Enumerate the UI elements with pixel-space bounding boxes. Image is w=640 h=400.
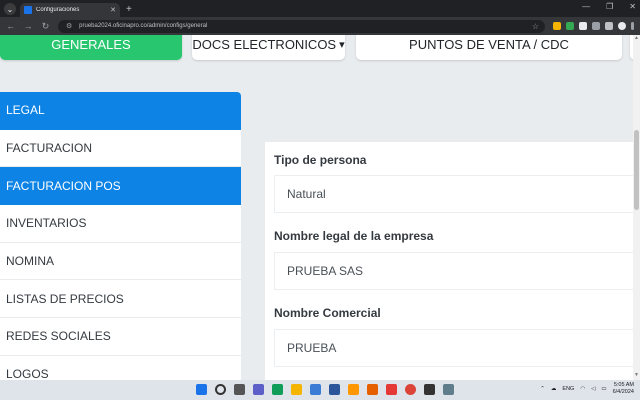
- scroll-thumb[interactable]: [634, 130, 639, 210]
- menu-dots-icon[interactable]: [631, 22, 635, 30]
- sidebar-item-label: FACTURACION POS: [6, 178, 121, 193]
- files-icon[interactable]: [386, 384, 397, 395]
- maximize-icon[interactable]: ❐: [606, 2, 613, 11]
- favicon-icon: [24, 6, 32, 14]
- cloud-icon[interactable]: ☁: [551, 386, 557, 392]
- tab-title: Configuraciones: [36, 7, 80, 13]
- chrome-icon[interactable]: [405, 384, 416, 395]
- clock-time: 5:05 AM: [613, 382, 634, 388]
- windows-start-icon[interactable]: [196, 384, 207, 395]
- generales-label: GENERALES: [51, 37, 131, 52]
- bookmark-star-icon[interactable]: ☆: [532, 22, 539, 31]
- address-bar: ← → ↻ ⚙ prueba2024.oficinapro.co/admin/c…: [0, 17, 640, 35]
- extensions-puzzle-icon[interactable]: [592, 22, 601, 30]
- browser-tab-bar: ⌄ Configuraciones ✕ + — ❐ ✕: [0, 0, 640, 17]
- system-tray: ⌃ ☁ ENG ◠ ◁ ▭ 5:05 AM 6/4/2024: [540, 382, 634, 396]
- profile-avatar[interactable]: [618, 22, 627, 30]
- tray-lang[interactable]: ENG: [562, 386, 574, 392]
- puntos-venta-button[interactable]: PUNTOS DE VENTA / CDC: [356, 35, 622, 60]
- sidebar-item-legal[interactable]: LEGAL: [0, 92, 241, 130]
- scroll-up-icon[interactable]: ▲: [633, 35, 640, 43]
- scroll-down-icon[interactable]: ▼: [633, 372, 640, 380]
- settings-icon[interactable]: [329, 384, 340, 395]
- page-content: GENERALES DOCS ELECTRONICOS ▾ PUNTOS DE …: [0, 35, 640, 380]
- omnibox[interactable]: ⚙ prueba2024.oficinapro.co/admin/configs…: [58, 19, 546, 33]
- forward-icon[interactable]: →: [23, 21, 33, 31]
- nombre-legal-input[interactable]: PRUEBA SAS: [274, 252, 635, 290]
- store-icon[interactable]: [310, 384, 321, 395]
- sidebar-item-label: INVENTARIOS: [6, 216, 87, 231]
- extension-icon[interactable]: [553, 22, 562, 30]
- sidebar-item-logos[interactable]: LOGOS: [0, 356, 241, 380]
- edge-icon[interactable]: [272, 384, 283, 395]
- sidebar-item-inventarios[interactable]: INVENTARIOS: [0, 205, 241, 243]
- sidebar-item-listas-precios[interactable]: LISTAS DE PRECIOS: [0, 280, 241, 319]
- sidebar-item-nomina[interactable]: NOMINA: [0, 243, 241, 281]
- wifi-icon[interactable]: ◠: [580, 386, 585, 392]
- tipo-persona-select[interactable]: Natural: [274, 175, 635, 213]
- tray-chevron-icon[interactable]: ⌃: [540, 386, 545, 392]
- close-window-icon[interactable]: ✕: [629, 2, 636, 11]
- url-text[interactable]: prueba2024.oficinapro.co/admin/configs/g…: [79, 23, 527, 29]
- sidebar-item-facturacion-pos[interactable]: FACTURACION POS: [0, 167, 241, 206]
- sidebar-item-label: LISTAS DE PRECIOS: [6, 291, 124, 306]
- reload-icon[interactable]: ↻: [41, 21, 50, 32]
- site-info-icon[interactable]: ⚙: [64, 22, 74, 30]
- generales-button[interactable]: GENERALES: [0, 35, 182, 60]
- tab-search-icon[interactable]: ⌄: [4, 3, 16, 15]
- new-tab-icon[interactable]: +: [126, 4, 132, 15]
- extension-v-icon[interactable]: [566, 22, 575, 30]
- docs-label: DOCS ELECTRONICOS: [192, 37, 337, 52]
- page-scrollbar[interactable]: ▲ ▼: [633, 35, 640, 380]
- config-sidebar: LEGAL FACTURACION FACTURACION POS INVENT…: [0, 92, 241, 380]
- nombre-comercial-input[interactable]: PRUEBA: [274, 329, 635, 367]
- clock-date: 6/4/2024: [612, 389, 634, 395]
- terminal-icon[interactable]: [424, 384, 435, 395]
- sublime-icon[interactable]: [348, 384, 359, 395]
- clock[interactable]: 5:05 AM 6/4/2024: [613, 382, 634, 396]
- browser-tab[interactable]: Configuraciones ✕: [20, 3, 120, 17]
- docs-electronicos-dropdown[interactable]: DOCS ELECTRONICOS ▾: [192, 35, 345, 60]
- back-icon[interactable]: ←: [6, 21, 15, 31]
- windows-taskbar: ⌃ ☁ ENG ◠ ◁ ▭ 5:05 AM 6/4/2024: [0, 380, 640, 400]
- sidebar-item-redes-sociales[interactable]: REDES SOCIALES: [0, 318, 241, 356]
- sidebar-item-label: LEGAL: [6, 103, 45, 118]
- file-explorer-icon[interactable]: [291, 384, 302, 395]
- app-icon[interactable]: [443, 384, 454, 395]
- search-icon[interactable]: [215, 384, 226, 395]
- nombre-comercial-label: Nombre Comercial: [274, 306, 381, 320]
- sidebar-item-label: REDES SOCIALES: [6, 329, 111, 344]
- battery-icon[interactable]: ▭: [601, 386, 606, 392]
- task-view-icon[interactable]: [234, 384, 245, 395]
- tab-close-icon[interactable]: ✕: [110, 6, 116, 14]
- caret-down-icon: ▾: [339, 39, 345, 51]
- window-controls: — ❐ ✕: [582, 2, 636, 11]
- download-icon[interactable]: [605, 22, 614, 30]
- sidebar-item-label: LOGOS: [6, 367, 49, 380]
- nombre-legal-label: Nombre legal de la empresa: [274, 229, 434, 243]
- sidebar-item-label: FACTURACION: [6, 141, 93, 156]
- extensions-area: [553, 22, 635, 30]
- volume-icon[interactable]: ◁: [591, 386, 595, 392]
- tipo-persona-label: Tipo de persona: [274, 153, 367, 167]
- teams-icon[interactable]: [253, 384, 264, 395]
- legal-form-panel: Tipo de persona Natural Nombre legal de …: [265, 142, 635, 380]
- minimize-icon[interactable]: —: [582, 2, 590, 11]
- sidebar-item-label: NOMINA: [6, 254, 54, 269]
- firefox-icon[interactable]: [367, 384, 378, 395]
- puntos-label: PUNTOS DE VENTA / CDC: [409, 37, 569, 52]
- extension-box-icon[interactable]: [579, 22, 588, 30]
- sidebar-item-facturacion[interactable]: FACTURACION: [0, 130, 241, 168]
- taskbar-apps: [196, 384, 454, 395]
